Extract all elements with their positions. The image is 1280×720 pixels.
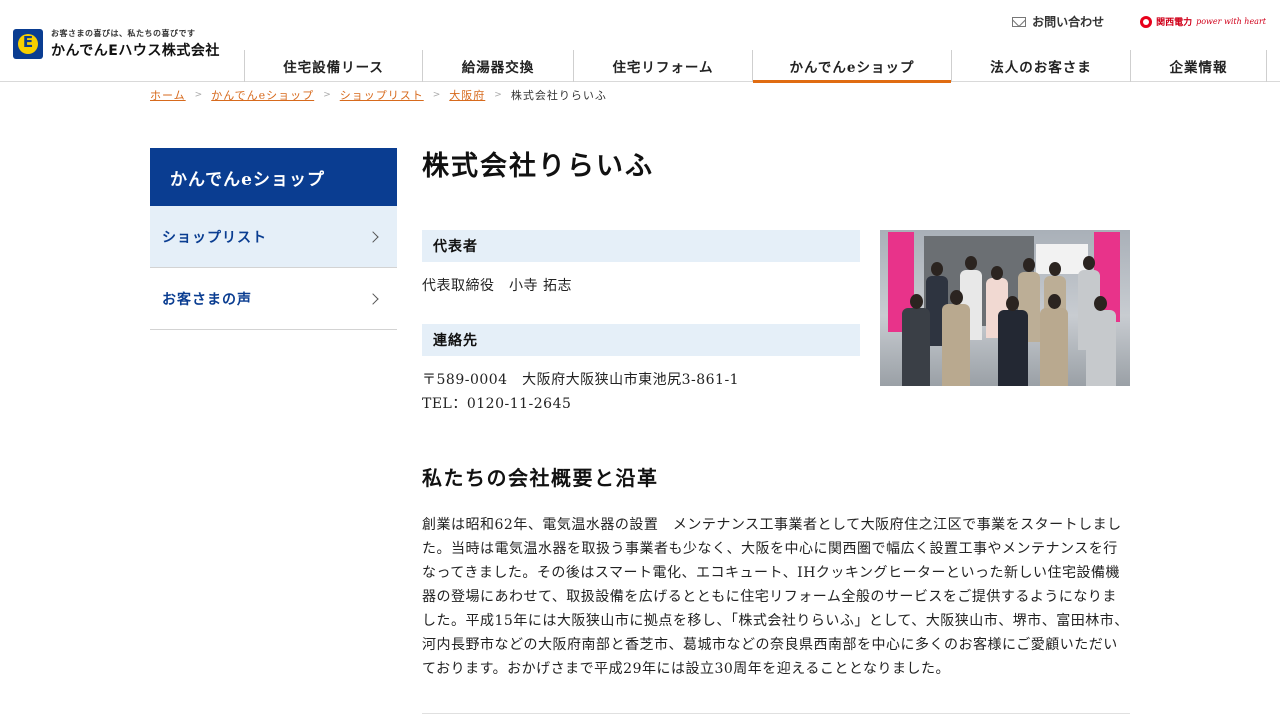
- breadcrumb: ホーム > かんでんeショップ > ショップリスト > 大阪府 > 株式会社りら…: [150, 87, 607, 103]
- address-text: 〒589-0004 大阪府大阪狭山市東池尻3-861-1: [422, 372, 740, 388]
- breadcrumb-current: 株式会社りらいふ: [510, 89, 607, 102]
- contact-link[interactable]: お問い合わせ: [1012, 13, 1104, 30]
- history-heading: 私たちの会社概要と沿革: [422, 466, 659, 490]
- tel-text: TEL：0120-11-2645: [422, 396, 572, 412]
- sidebar-item-label: ショップリスト: [162, 229, 267, 246]
- page-title: 株式会社りらいふ: [422, 151, 654, 182]
- utility-links: お問い合わせ 関西電力 power with heart: [1012, 13, 1266, 30]
- chevron-right-icon: [367, 230, 379, 243]
- sidebar: かんでんeショップ ショップリスト お客さまの声: [150, 148, 397, 330]
- chevron-right-icon: [367, 292, 379, 305]
- breadcrumb-separator-icon: >: [432, 90, 441, 100]
- nav-item-reform[interactable]: 住宅リフォーム: [573, 50, 752, 82]
- sidebar-item-shoplist[interactable]: ショップリスト: [150, 206, 397, 268]
- representative-heading: 代表者: [422, 230, 860, 262]
- sidebar-title[interactable]: かんでんeショップ: [150, 148, 397, 206]
- global-nav: 住宅設備リース 給湯器交換 住宅リフォーム かんでんeショップ 法人のお客さま …: [244, 50, 1267, 83]
- breadcrumb-home[interactable]: ホーム: [150, 87, 186, 103]
- staff-photo: [880, 230, 1130, 386]
- contact-heading: 連絡先: [422, 324, 860, 356]
- contact-details: 〒589-0004 大阪府大阪狭山市東池尻3-861-1 TEL：0120-11…: [422, 368, 860, 416]
- breadcrumb-osaka[interactable]: 大阪府: [449, 87, 485, 103]
- breadcrumb-separator-icon: >: [323, 90, 331, 100]
- nav-item-company-info[interactable]: 企業情報: [1130, 50, 1267, 82]
- kepco-logo[interactable]: 関西電力 power with heart: [1140, 15, 1266, 28]
- representative-text: 代表取締役 小寺 拓志: [422, 278, 572, 294]
- logo-company-name: かんでんEハウス株式会社: [51, 43, 220, 59]
- kepco-name: 関西電力: [1156, 18, 1193, 28]
- nav-item-eshop[interactable]: かんでんeショップ: [752, 50, 951, 83]
- kepco-slogan: power with heart: [1196, 17, 1266, 26]
- nav-item-corporate-customers[interactable]: 法人のお客さま: [951, 50, 1130, 82]
- content-divider: [422, 713, 1130, 714]
- main-content: 株式会社りらいふ 代表者 代表取締役 小寺 拓志 連絡先 〒589-0004 大…: [422, 148, 1130, 714]
- site-header: E お客さまの喜びは、私たちの喜びです かんでんEハウス株式会社 お問い合わせ …: [0, 0, 1280, 83]
- company-info: 代表者 代表取締役 小寺 拓志 連絡先 〒589-0004 大阪府大阪狭山市東池…: [422, 230, 860, 416]
- kepco-mark-icon: [1140, 15, 1153, 28]
- kandenehouse-logo-icon: E: [13, 29, 43, 59]
- breadcrumb-shoplist[interactable]: ショップリスト: [340, 87, 424, 103]
- breadcrumb-separator-icon: >: [194, 90, 203, 100]
- breadcrumb-eshop[interactable]: かんでんeショップ: [211, 87, 314, 103]
- history-text: 創業は昭和62年、電気温水器の設置 メンテナンス工事業者として大阪府住之江区で事…: [422, 517, 1129, 677]
- site-logo[interactable]: E お客さまの喜びは、私たちの喜びです かんでんEハウス株式会社: [13, 28, 220, 60]
- breadcrumb-separator-icon: >: [494, 90, 502, 100]
- contact-label: お問い合わせ: [1032, 15, 1105, 29]
- logo-tagline: お客さまの喜びは、私たちの喜びです: [51, 29, 196, 38]
- nav-item-housing-lease[interactable]: 住宅設備リース: [244, 50, 422, 82]
- mail-icon: [1012, 16, 1027, 27]
- nav-item-water-heater[interactable]: 給湯器交換: [422, 50, 573, 82]
- sidebar-item-customer-voice[interactable]: お客さまの声: [150, 268, 397, 330]
- sidebar-item-label: お客さまの声: [162, 291, 252, 308]
